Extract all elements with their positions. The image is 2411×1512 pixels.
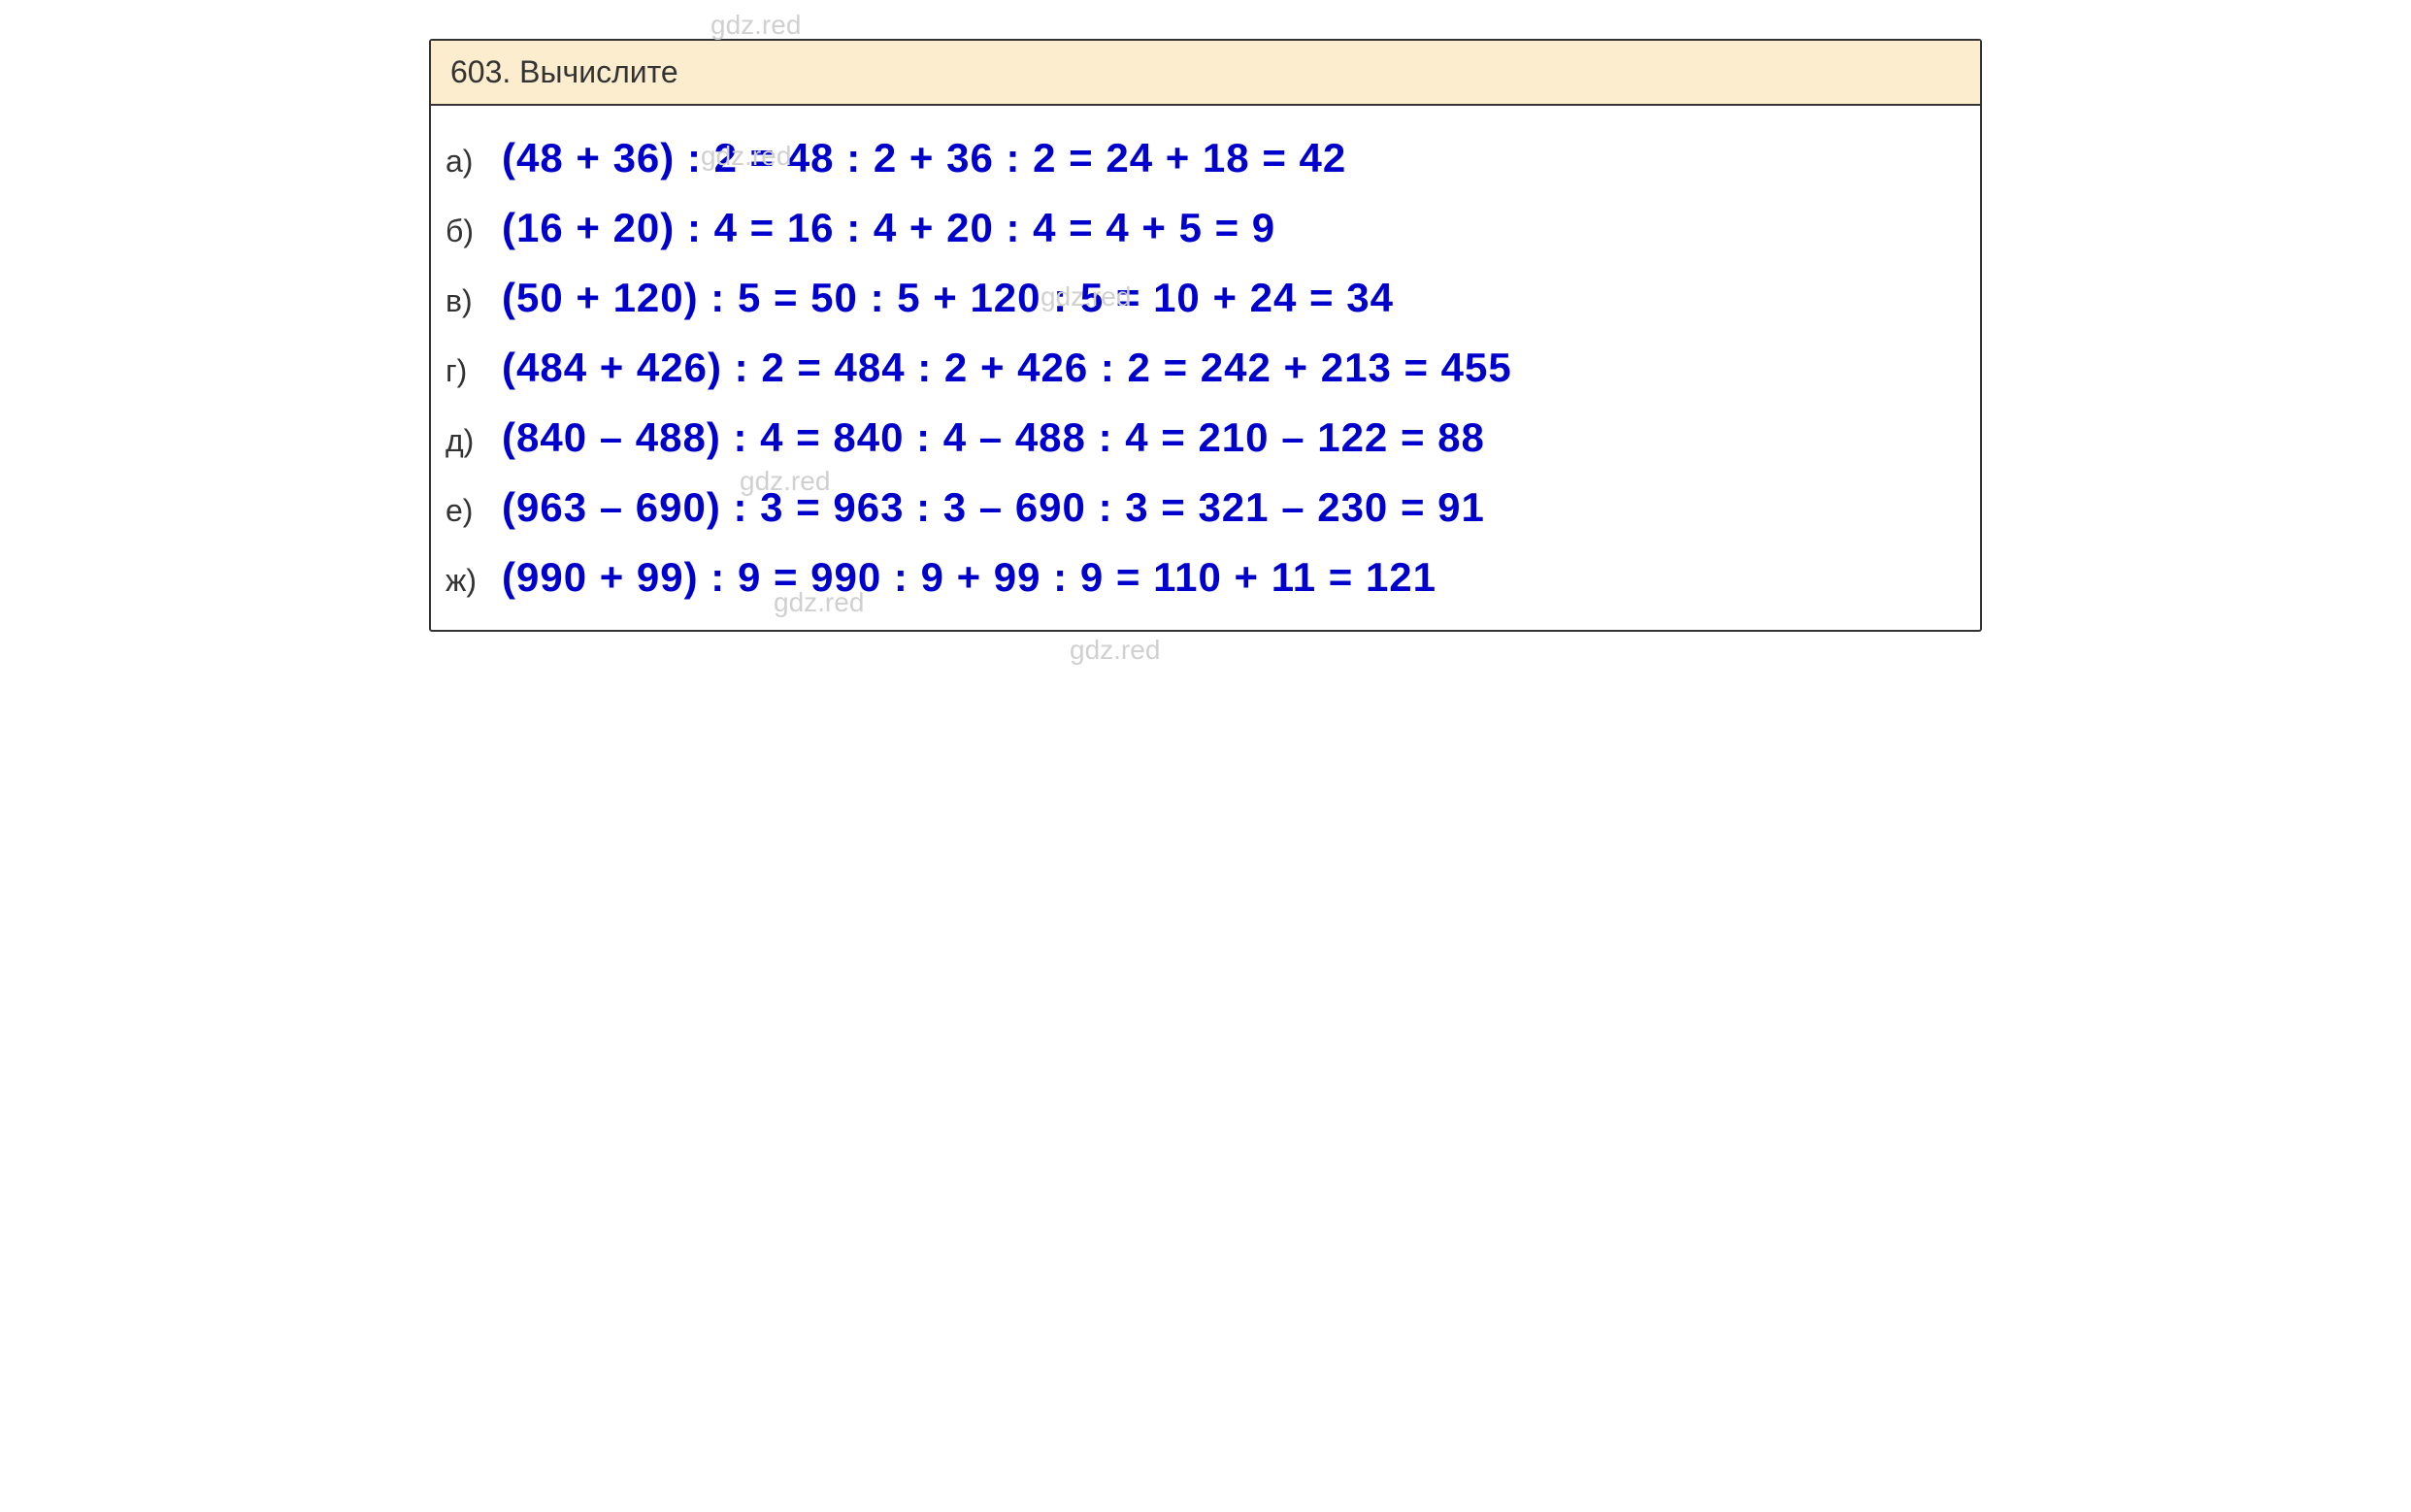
- solution-row: а) (48 + 36) : 2 = 48 : 2 + 36 : 2 = 24 …: [446, 135, 1965, 181]
- solutions-area: а) (48 + 36) : 2 = 48 : 2 + 36 : 2 = 24 …: [431, 106, 1980, 630]
- problem-title: Вычислите: [519, 54, 678, 89]
- equation: (484 + 426) : 2 = 484 : 2 + 426 : 2 = 24…: [502, 345, 1512, 391]
- solution-row: б) (16 + 20) : 4 = 16 : 4 + 20 : 4 = 4 +…: [446, 205, 1965, 251]
- row-label: е): [446, 493, 492, 531]
- row-label: д): [446, 423, 492, 461]
- problem-header: 603. Вычислите: [431, 41, 1980, 106]
- row-label: б): [446, 214, 492, 251]
- equation: (50 + 120) : 5 = 50 : 5 + 120 : 5 = 10 +…: [502, 275, 1394, 321]
- watermark: gdz.red: [1070, 635, 1160, 666]
- document-container: gdz.red gdz.red gdz.red gdz.red gdz.red …: [429, 39, 1982, 632]
- equation: (990 + 99) : 9 = 990 : 9 + 99 : 9 = 110 …: [502, 554, 1437, 601]
- solution-row: ж) (990 + 99) : 9 = 990 : 9 + 99 : 9 = 1…: [446, 554, 1965, 601]
- equation: (16 + 20) : 4 = 16 : 4 + 20 : 4 = 4 + 5 …: [502, 205, 1275, 251]
- row-label: г): [446, 353, 492, 391]
- equation: (48 + 36) : 2 = 48 : 2 + 36 : 2 = 24 + 1…: [502, 135, 1346, 181]
- watermark: gdz.red: [710, 10, 801, 41]
- solution-row: е) (963 – 690) : 3 = 963 : 3 – 690 : 3 =…: [446, 484, 1965, 531]
- row-label: ж): [446, 563, 492, 601]
- row-label: в): [446, 283, 492, 321]
- solution-row: д) (840 – 488) : 4 = 840 : 4 – 488 : 4 =…: [446, 414, 1965, 461]
- equation: (963 – 690) : 3 = 963 : 3 – 690 : 3 = 32…: [502, 484, 1485, 531]
- row-label: а): [446, 144, 492, 181]
- equation: (840 – 488) : 4 = 840 : 4 – 488 : 4 = 21…: [502, 414, 1485, 461]
- solution-row: г) (484 + 426) : 2 = 484 : 2 + 426 : 2 =…: [446, 345, 1965, 391]
- problem-number: 603.: [450, 54, 511, 89]
- solution-row: в) (50 + 120) : 5 = 50 : 5 + 120 : 5 = 1…: [446, 275, 1965, 321]
- problem-box: 603. Вычислите а) (48 + 36) : 2 = 48 : 2…: [429, 39, 1982, 632]
